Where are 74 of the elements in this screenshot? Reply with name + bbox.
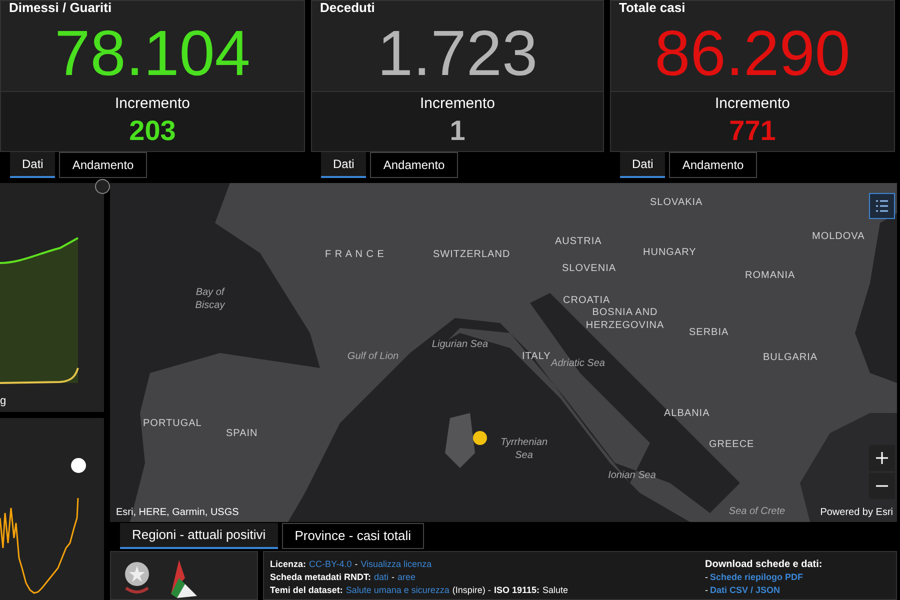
country-label: AUSTRIA: [555, 236, 602, 248]
axis-label: g: [0, 394, 8, 409]
country-label: CROATIA: [563, 295, 610, 308]
footer-link[interactable]: dati: [374, 571, 389, 584]
increment-label: Incremento: [114, 94, 190, 114]
footer-link[interactable]: Visualizza licenza: [360, 558, 432, 571]
list-icon: [875, 199, 889, 213]
map-attribution: Esri, HERE, Garmin, USGS: [116, 506, 239, 520]
sea-label: Tyrrhenian Sea: [499, 437, 549, 462]
footer-link[interactable]: CC-BY-4.0: [309, 558, 352, 571]
increment-value: 203: [129, 114, 176, 148]
sea-label: Ligurian Sea: [430, 339, 490, 352]
layer-tab[interactable]: Regioni - attuali positivi: [120, 523, 278, 549]
increment-value: 1: [450, 114, 466, 148]
zoom-in-button[interactable]: [869, 445, 895, 471]
download-link[interactable]: Schede riepilogo PDF: [710, 571, 804, 584]
country-label: SLOVAKIA: [650, 197, 703, 210]
minus-icon: [876, 485, 888, 487]
list-dash: -: [705, 571, 708, 584]
footer-label: Temi del dataset:: [270, 584, 343, 597]
powered-by-text: Powered by Esri: [820, 506, 893, 520]
increment-value: 771: [729, 114, 776, 148]
plus-icon: [876, 452, 888, 464]
country-label: F R A N C E: [325, 249, 384, 262]
footer-text: -: [354, 558, 358, 571]
country-label: ALBANIA: [664, 408, 710, 420]
country-label: SLOVENIA: [562, 263, 616, 276]
country-label: MOLDOVA: [812, 231, 865, 244]
country-label: SERBIA: [689, 327, 729, 340]
download-link[interactable]: Dati CSV / JSON: [710, 584, 780, 597]
footer-link[interactable]: aree: [398, 571, 416, 584]
footer-text: Salute: [542, 584, 568, 597]
fullscreen-icon[interactable]: [95, 179, 110, 194]
view-tab[interactable]: Andamento: [669, 152, 757, 178]
footer-label: Licenza:: [270, 558, 306, 571]
sea-label: Bay of Biscay: [194, 287, 226, 312]
stat-value: 86.290: [654, 21, 850, 85]
layer-tab[interactable]: Province - casi totali: [282, 523, 424, 549]
sea-label: Gulf of Lion: [346, 351, 400, 364]
country-label: GREECE: [709, 439, 754, 452]
country-label: ITALY: [522, 351, 551, 362]
footer-text: (Inspire) -: [452, 584, 491, 597]
country-label: SPAIN: [226, 428, 258, 440]
country-label: BULGARIA: [763, 352, 818, 364]
country-label: BOSNIA AND HERZEGOVINA: [584, 307, 666, 332]
sea-label: Adriatic Sea: [550, 358, 606, 370]
slider-handle[interactable]: [71, 458, 86, 473]
stat-title: Deceduti: [319, 1, 376, 15]
legend-button[interactable]: [869, 193, 895, 219]
view-tab[interactable]: Dati: [321, 152, 366, 178]
footer-text: -: [392, 571, 395, 584]
island-shape: [445, 413, 475, 468]
footer-label: Scheda metadati RNDT:: [270, 571, 372, 584]
increment-label: Incremento: [420, 94, 496, 114]
country-label: PORTUGAL: [143, 418, 202, 430]
stat-value: 78.104: [54, 21, 250, 85]
sea-label: Sea of Crete: [728, 506, 786, 518]
stat-title: Dimessi / Guariti: [8, 1, 113, 15]
footer-label: ISO 19115:: [494, 584, 540, 597]
country-label: SWITZERLAND: [433, 249, 510, 262]
view-tab[interactable]: Dati: [620, 152, 666, 178]
sea-label: Ionian Sea: [607, 470, 657, 482]
view-tab[interactable]: Andamento: [370, 152, 458, 178]
country-label: ROMANIA: [745, 270, 796, 282]
stat-title: Totale casi: [618, 1, 686, 15]
list-dash: -: [705, 584, 708, 597]
footer-link[interactable]: Salute umana e sicurezza: [346, 584, 450, 597]
view-tab[interactable]: Dati: [10, 152, 56, 178]
stat-value: 1.723: [377, 21, 538, 85]
view-tab[interactable]: Andamento: [59, 152, 147, 178]
zoom-out-button[interactable]: [869, 473, 895, 499]
increment-label: Incremento: [714, 94, 790, 114]
country-label: HUNGARY: [643, 247, 696, 260]
download-title: Download schede e dati:: [705, 558, 824, 571]
